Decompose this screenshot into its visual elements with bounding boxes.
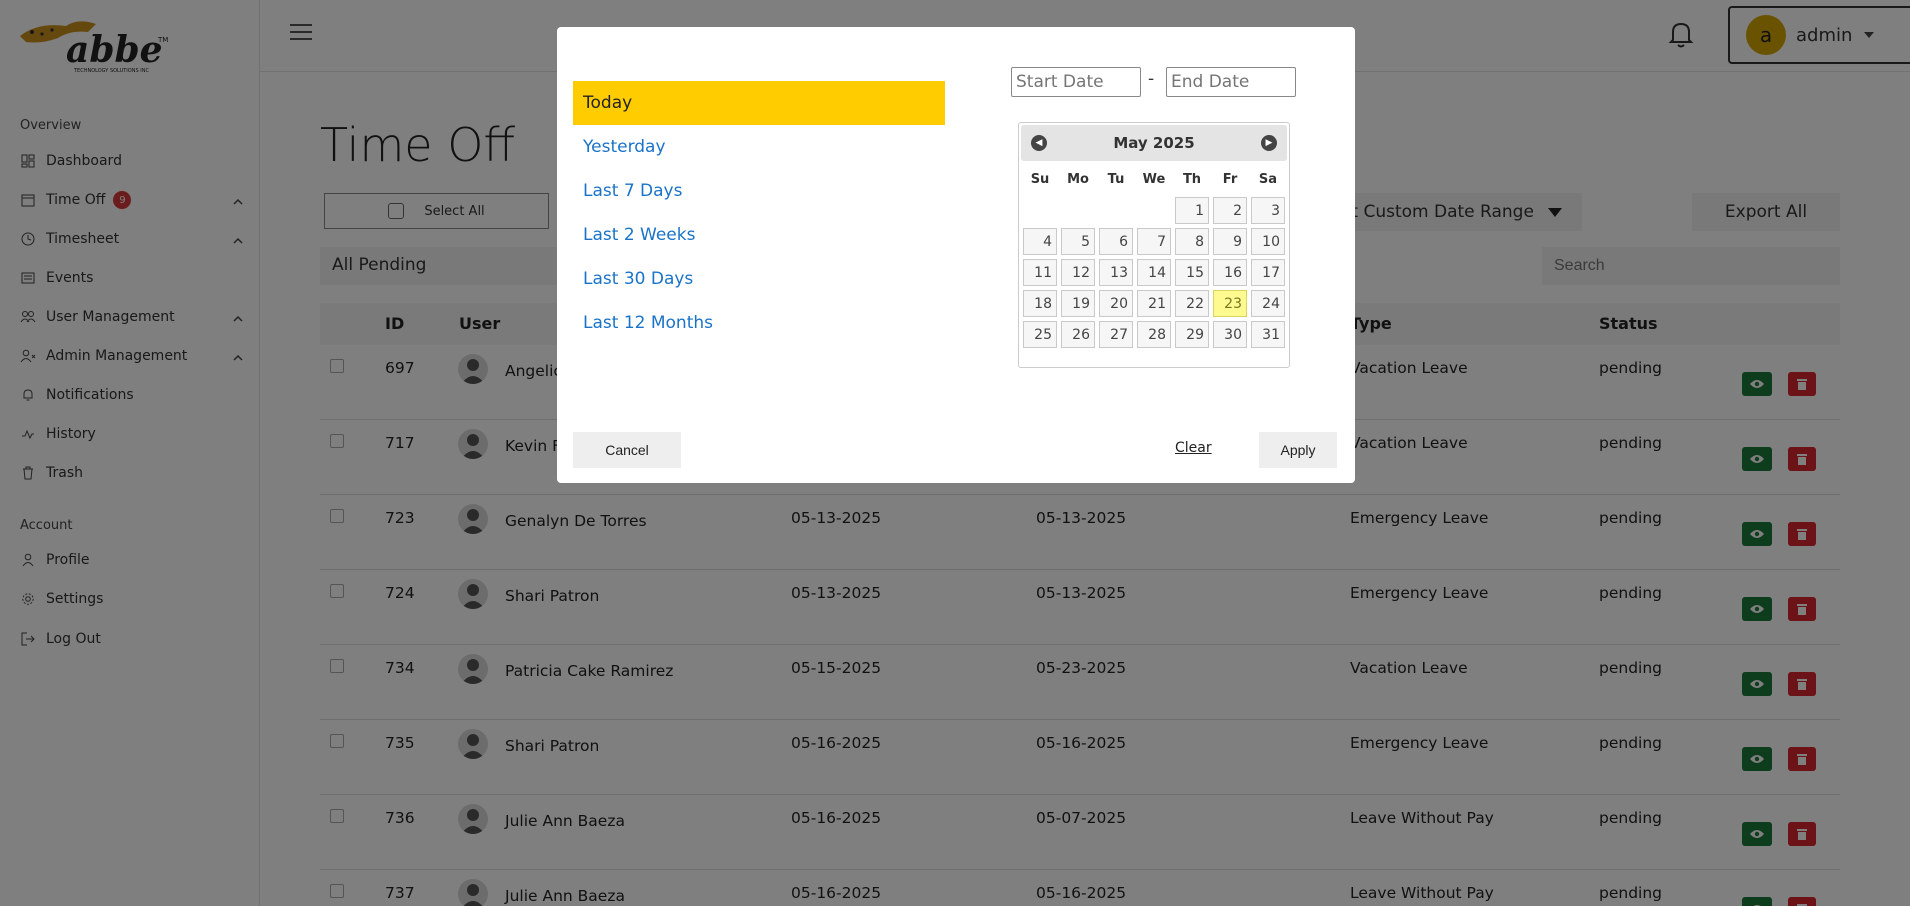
range-option[interactable]: Last 2 Weeks xyxy=(573,213,945,257)
calendar-day[interactable]: 30 xyxy=(1213,321,1247,348)
calendar-day[interactable]: 11 xyxy=(1023,259,1057,286)
prev-month-icon[interactable]: ◀ xyxy=(1031,135,1047,151)
calendar-day[interactable]: 14 xyxy=(1137,259,1171,286)
weekday-row: Su Mo Tu We Th Fr Sa xyxy=(1021,165,1287,195)
calendar-day[interactable]: 19 xyxy=(1061,290,1095,317)
cancel-button[interactable]: Cancel xyxy=(573,432,681,468)
calendar-day[interactable]: 3 xyxy=(1251,197,1285,224)
calendar-day[interactable]: 9 xyxy=(1213,228,1247,255)
calendar-day[interactable]: 16 xyxy=(1213,259,1247,286)
calendar-empty-cell xyxy=(1137,197,1171,224)
weekday-label: Sa xyxy=(1258,172,1278,187)
weekday-label: Fr xyxy=(1222,172,1238,187)
calendar-empty-cell xyxy=(1061,197,1095,224)
date-separator: - xyxy=(1148,69,1155,89)
range-option[interactable]: Last 7 Days xyxy=(573,169,945,213)
weekday-label: Th xyxy=(1182,172,1202,187)
calendar-day[interactable]: 18 xyxy=(1023,290,1057,317)
end-date-input[interactable] xyxy=(1166,67,1296,97)
calendar-day[interactable]: 8 xyxy=(1175,228,1209,255)
calendar-day[interactable]: 15 xyxy=(1175,259,1209,286)
next-month-icon[interactable]: ▶ xyxy=(1261,135,1277,151)
calendar-day[interactable]: 6 xyxy=(1099,228,1133,255)
calendar-day[interactable]: 10 xyxy=(1251,228,1285,255)
calendar-day[interactable]: 13 xyxy=(1099,259,1133,286)
clear-button[interactable]: Clear xyxy=(1175,440,1212,456)
calendar-day[interactable]: 1 xyxy=(1175,197,1209,224)
calendar-day[interactable]: 23 xyxy=(1213,290,1247,317)
calendar-empty-cell xyxy=(1023,197,1057,224)
calendar: ◀ May 2025 ▶ Su Mo Tu We Th Fr Sa 1 2 3 4 5 6 7 8 9 10 1… xyxy=(1018,122,1290,368)
calendar-day[interactable]: 5 xyxy=(1061,228,1095,255)
calendar-day[interactable]: 29 xyxy=(1175,321,1209,348)
preset-ranges-list: Today Yesterday Last 7 Days Last 2 Weeks Las… xyxy=(573,81,945,345)
calendar-day[interactable]: 28 xyxy=(1137,321,1171,348)
calendar-empty-cell xyxy=(1099,197,1133,224)
range-option[interactable]: Today xyxy=(573,81,945,125)
calendar-day[interactable]: 21 xyxy=(1137,290,1171,317)
range-option[interactable]: Last 12 Months xyxy=(573,301,945,345)
calendar-day[interactable]: 12 xyxy=(1061,259,1095,286)
calendar-day[interactable]: 7 xyxy=(1137,228,1171,255)
range-option[interactable]: Yesterday xyxy=(573,125,945,169)
calendar-day[interactable]: 24 xyxy=(1251,290,1285,317)
calendar-day[interactable]: 26 xyxy=(1061,321,1095,348)
range-option[interactable]: Last 30 Days xyxy=(573,257,945,301)
calendar-days-grid: 1 2 3 4 5 6 7 8 9 10 11 12 13 14 15 16 17 18 19 20 21 22 23 24 2… xyxy=(1021,195,1287,350)
weekday-label: Mo xyxy=(1067,172,1089,187)
calendar-day[interactable]: 20 xyxy=(1099,290,1133,317)
calendar-day[interactable]: 2 xyxy=(1213,197,1247,224)
calendar-day[interactable]: 25 xyxy=(1023,321,1057,348)
date-range-modal: Today Yesterday Last 7 Days Last 2 Weeks Las… xyxy=(557,27,1355,483)
calendar-day[interactable]: 22 xyxy=(1175,290,1209,317)
apply-button[interactable]: Apply xyxy=(1259,432,1337,468)
calendar-day[interactable]: 4 xyxy=(1023,228,1057,255)
calendar-day[interactable]: 17 xyxy=(1251,259,1285,286)
weekday-label: We xyxy=(1142,172,1166,187)
start-date-input[interactable] xyxy=(1011,67,1141,97)
calendar-day[interactable]: 27 xyxy=(1099,321,1133,348)
calendar-day[interactable]: 31 xyxy=(1251,321,1285,348)
calendar-month-label: May 2025 xyxy=(1113,134,1195,152)
calendar-header: ◀ May 2025 ▶ xyxy=(1021,125,1287,161)
weekday-label: Su xyxy=(1030,172,1050,187)
weekday-label: Tu xyxy=(1107,172,1125,187)
